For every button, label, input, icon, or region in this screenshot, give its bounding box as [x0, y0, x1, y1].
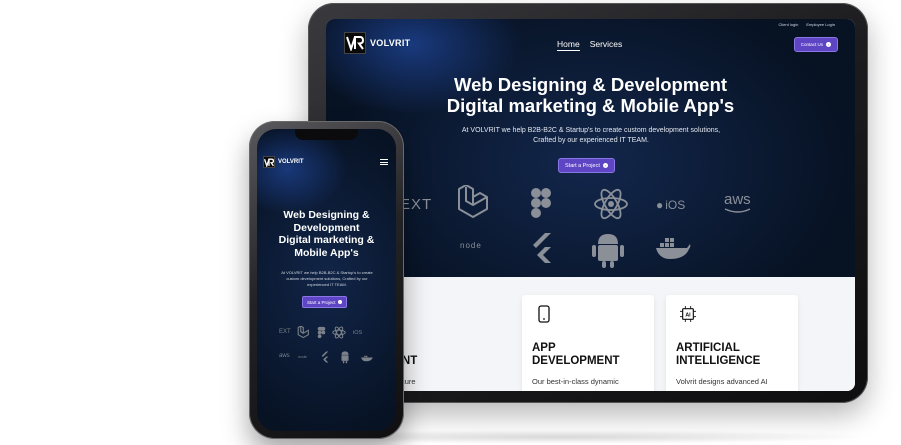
mobile-icon	[536, 305, 552, 323]
nav-home[interactable]: Home	[557, 39, 580, 51]
client-login-link[interactable]: Client login	[779, 22, 799, 27]
hero-subtitle: At VOLVRIT we help B2B-B2C & Startup's t…	[281, 270, 373, 287]
brand-name: VOLVRIT	[370, 38, 411, 48]
android-icon	[592, 234, 624, 268]
service-card-app[interactable]: APP DEVELOPMENT Our best-in-class dynami…	[522, 295, 654, 391]
brand-name: VOLVRIT	[278, 159, 304, 165]
flutter-icon	[321, 351, 329, 363]
react-icon	[332, 326, 346, 339]
ios-text: iOS	[353, 330, 363, 336]
main-nav: Home Services	[557, 39, 622, 51]
tablet-hero-section: Client login Employee Login VOLVRIT Home…	[326, 19, 855, 277]
nodejs-icon: node	[298, 354, 307, 359]
ai-chip-icon: AI	[680, 306, 696, 322]
employee-login-link[interactable]: Employee Login	[806, 22, 835, 27]
phone-device: VOLVRIT Web Designing & Development Digi…	[249, 121, 404, 439]
contact-us-button[interactable]: Contact Us ›	[793, 37, 838, 52]
start-project-label: Start a Project	[565, 162, 600, 169]
arrow-right-icon: ›	[337, 300, 342, 304]
arrow-right-icon: ›	[602, 163, 608, 168]
aws-text: aws	[724, 191, 751, 208]
figma-icon	[317, 326, 326, 339]
apple-icon: ●	[656, 198, 664, 212]
title-line-2: DEVELOPMENT	[532, 355, 620, 367]
service-card-text: Volvrit designs advanced AI	[676, 377, 768, 386]
hero-title: Web Designing & Development Digital mark…	[326, 74, 855, 116]
aws-logo: aws	[724, 191, 751, 213]
vr-logo-icon	[263, 156, 275, 168]
hamburger-menu-icon[interactable]	[380, 159, 388, 167]
hero-title-line-3: Digital marketing &	[278, 234, 375, 246]
services-section: EB EVELOPMENT have developed secure APP …	[326, 277, 855, 391]
docker-icon	[656, 238, 691, 259]
aws-text: aws	[279, 353, 290, 359]
title-line-2: INTELLIGENCE	[676, 355, 761, 367]
arrow-right-icon: ›	[826, 42, 831, 47]
ios-text: iOS	[665, 198, 686, 212]
laravel-icon	[458, 185, 488, 218]
nodejs-icon: node	[460, 241, 482, 250]
brand-logo[interactable]: VOLVRIT	[344, 32, 410, 54]
phone-notch	[295, 129, 358, 140]
top-links: Client login Employee Login	[779, 22, 835, 27]
service-card-text: Our best-in-class dynamic	[532, 377, 619, 386]
vr-logo-icon	[344, 32, 366, 54]
nextjs-icon: EXT	[279, 329, 291, 335]
svg-text:AI: AI	[685, 313, 691, 319]
start-project-label: Start a Project	[307, 299, 336, 305]
docker-icon	[361, 355, 373, 362]
service-card-title: APP DEVELOPMENT	[532, 342, 652, 368]
hero-title-line-1: Web Designing & Development	[453, 74, 728, 95]
hero-title-line-2: Development	[293, 221, 360, 234]
start-project-button[interactable]: Start a Project ›	[558, 158, 615, 173]
hero-title: Web Designing & Development Digital mark…	[257, 209, 396, 259]
start-project-button[interactable]: Start a Project ›	[302, 296, 347, 308]
hero-title-line-4: Mobile App's	[294, 246, 359, 259]
hero-subtitle: At VOLVRIT we help B2B-B2C & Startup's t…	[461, 127, 721, 144]
ios-logo: ● iOS	[656, 198, 685, 212]
service-card-ai[interactable]: AI ARTIFICIAL INTELLIGENCE Volvrit desig…	[666, 295, 798, 391]
react-icon	[594, 188, 628, 220]
service-card-title: ARTIFICIAL INTELLIGENCE	[676, 342, 796, 368]
android-icon	[341, 351, 349, 364]
hero-title-line-1: Web Designing &	[283, 209, 370, 221]
figma-icon	[531, 188, 551, 218]
contact-us-label: Contact Us	[800, 42, 823, 47]
title-line-1: ARTIFICIAL	[676, 342, 740, 354]
nextjs-icon: EXT	[400, 196, 433, 213]
brand-logo[interactable]: VOLVRIT	[263, 156, 304, 168]
flutter-icon	[533, 233, 551, 263]
title-line-1: APP	[532, 342, 556, 354]
tablet-screen: Client login Employee Login VOLVRIT Home…	[326, 19, 855, 391]
laravel-icon	[297, 326, 309, 339]
phone-screen: VOLVRIT Web Designing & Development Digi…	[257, 129, 396, 431]
aws-smile-icon	[724, 208, 751, 213]
nav-services[interactable]: Services	[590, 39, 623, 51]
hero-title-line-2: Digital marketing & Mobile App's	[446, 95, 735, 116]
